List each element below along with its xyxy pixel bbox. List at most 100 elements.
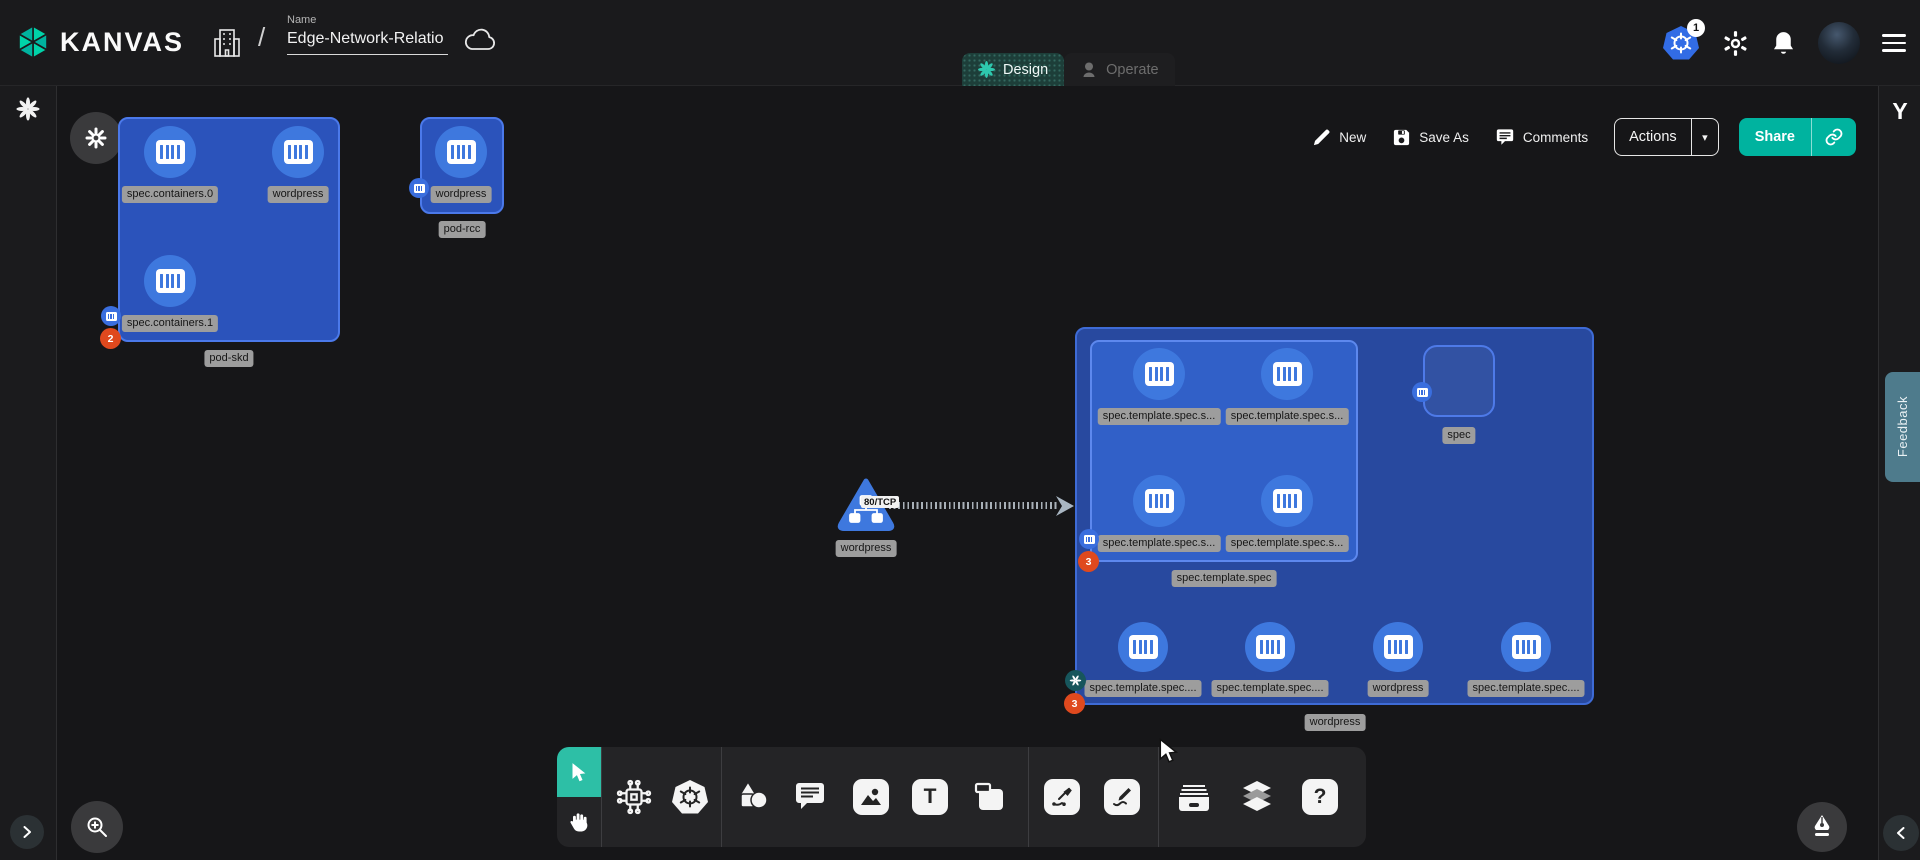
expand-left-panel-button[interactable]: [10, 815, 44, 849]
pen-nib-button[interactable]: [1797, 802, 1847, 852]
help-question-icon: ?: [1302, 779, 1338, 815]
group-spec-template-spec[interactable]: [1090, 340, 1358, 562]
components-tool-button[interactable]: [616, 779, 652, 815]
feedback-label: Feedback: [1895, 396, 1910, 457]
pod-badge-icon[interactable]: [1412, 382, 1432, 402]
pen-tool-button[interactable]: [1044, 779, 1080, 815]
node-label: spec.template.spec.s...: [1098, 535, 1221, 552]
chevron-left-icon: [1895, 827, 1907, 839]
chevron-right-icon: [21, 826, 33, 838]
container-node[interactable]: [1501, 622, 1551, 672]
new-button[interactable]: New: [1312, 128, 1366, 147]
error-count-badge[interactable]: 3: [1078, 551, 1099, 572]
container-icon: [156, 269, 185, 293]
container-node[interactable]: [1245, 622, 1295, 672]
tab-design-label: Design: [1003, 62, 1048, 78]
hand-pan-icon: [569, 811, 590, 833]
share-button[interactable]: Share: [1739, 118, 1856, 156]
container-node[interactable]: [1133, 475, 1185, 527]
node-label: spec.containers.1: [122, 315, 218, 332]
service-to-deployment-edge[interactable]: [889, 502, 1059, 509]
tab-design[interactable]: Design: [962, 53, 1064, 86]
text-tool-icon: T: [912, 779, 948, 815]
brand[interactable]: KANVAS: [14, 23, 184, 61]
container-node[interactable]: [1261, 348, 1313, 400]
node-label: wordpress: [431, 186, 492, 203]
pen-path-icon: [1044, 779, 1080, 815]
group-label: spec.template.spec: [1172, 570, 1277, 587]
cursor-arrow-icon: [570, 762, 589, 783]
header-icons: 1: [1662, 0, 1906, 86]
yaml-panel-toggle[interactable]: Y: [1879, 98, 1920, 125]
settings-gear-icon[interactable]: [1722, 30, 1749, 57]
error-count-badge[interactable]: 2: [100, 328, 121, 349]
kubernetes-tool-button[interactable]: [671, 778, 709, 816]
actions-chevron-down-icon[interactable]: ▾: [1692, 131, 1718, 144]
feedback-tab[interactable]: Feedback: [1885, 372, 1920, 482]
container-node[interactable]: [1133, 348, 1185, 400]
notifications-bell-icon[interactable]: [1771, 30, 1796, 57]
container-node[interactable]: [272, 126, 324, 178]
pan-tool-button[interactable]: [557, 797, 601, 847]
tab-operate-label: Operate: [1106, 62, 1158, 78]
share-link-icon[interactable]: [1812, 127, 1856, 147]
frame-shape-icon: [973, 781, 1007, 813]
help-tool-button[interactable]: ?: [1302, 779, 1338, 815]
k8s-context-count-badge: 1: [1687, 19, 1705, 37]
pod-badge-icon[interactable]: [409, 178, 429, 198]
error-count-badge[interactable]: 3: [1064, 693, 1085, 714]
frame-tool-button[interactable]: [973, 781, 1007, 813]
container-node[interactable]: [144, 126, 196, 178]
actions-label: Actions: [1615, 129, 1691, 145]
breadcrumb-separator: /: [258, 22, 265, 53]
user-avatar[interactable]: [1818, 22, 1860, 64]
canvas-action-bar: New Save As Comments Actions ▾ Share: [1312, 118, 1856, 156]
design-spiral-icon: [978, 61, 995, 78]
spec-node[interactable]: [1423, 345, 1495, 417]
group-label: pod-skd: [204, 350, 253, 367]
container-node[interactable]: [1373, 622, 1423, 672]
node-label: spec.template.spec....: [1468, 680, 1585, 697]
deployment-badge-icon[interactable]: [1065, 670, 1086, 691]
container-node[interactable]: [1261, 475, 1313, 527]
save-as-button[interactable]: Save As: [1392, 128, 1469, 147]
shapes-tool-button[interactable]: [734, 780, 772, 814]
design-name-input[interactable]: Edge-Network-Relatio: [287, 30, 448, 55]
freehand-tool-button[interactable]: [1104, 779, 1140, 815]
toolbar-divider: [721, 747, 722, 847]
container-icon: [284, 140, 313, 164]
cloud-sync-icon[interactable]: [463, 27, 497, 53]
drawer-archive-icon: [1176, 780, 1212, 814]
operate-robot-icon: [1080, 61, 1098, 79]
container-node[interactable]: [144, 255, 196, 307]
app-header: KANVAS / Name Edge-Network-Relatio: [0, 0, 1920, 86]
text-tool-button[interactable]: T: [912, 779, 948, 815]
drawer-tool-button[interactable]: [1176, 780, 1212, 814]
design-name-field[interactable]: Name Edge-Network-Relatio: [287, 14, 448, 55]
container-icon: [1512, 635, 1541, 659]
container-node[interactable]: [1118, 622, 1168, 672]
container-icon: [1145, 489, 1174, 513]
select-tool-button[interactable]: [557, 747, 601, 797]
container-node[interactable]: [435, 126, 487, 178]
actions-button[interactable]: Actions ▾: [1614, 118, 1719, 156]
expand-right-panel-button[interactable]: [1883, 815, 1919, 851]
zoom-in-button[interactable]: [71, 801, 123, 853]
tab-operate[interactable]: Operate: [1064, 53, 1174, 86]
pencil-scribble-icon: [1104, 779, 1140, 815]
layers-tool-button[interactable]: [1239, 780, 1275, 814]
k8s-context-switcher[interactable]: 1: [1662, 24, 1700, 62]
pod-badge-icon[interactable]: [101, 306, 121, 326]
meshery-spiral-icon[interactable]: [15, 96, 41, 122]
pod-badge-icon[interactable]: [1079, 529, 1099, 549]
image-tool-button[interactable]: [853, 779, 889, 815]
organization-icon[interactable]: [212, 27, 242, 59]
kubernetes-wheel-icon: [671, 778, 709, 816]
menu-hamburger-icon[interactable]: [1882, 34, 1906, 52]
comments-button[interactable]: Comments: [1495, 128, 1588, 147]
canvas-settings-button[interactable]: [70, 112, 122, 164]
kanvas-logo-icon: [14, 23, 52, 61]
node-label: spec.template.spec.s...: [1098, 408, 1221, 425]
node-label: wordpress: [268, 186, 329, 203]
comment-tool-button[interactable]: [793, 781, 827, 813]
